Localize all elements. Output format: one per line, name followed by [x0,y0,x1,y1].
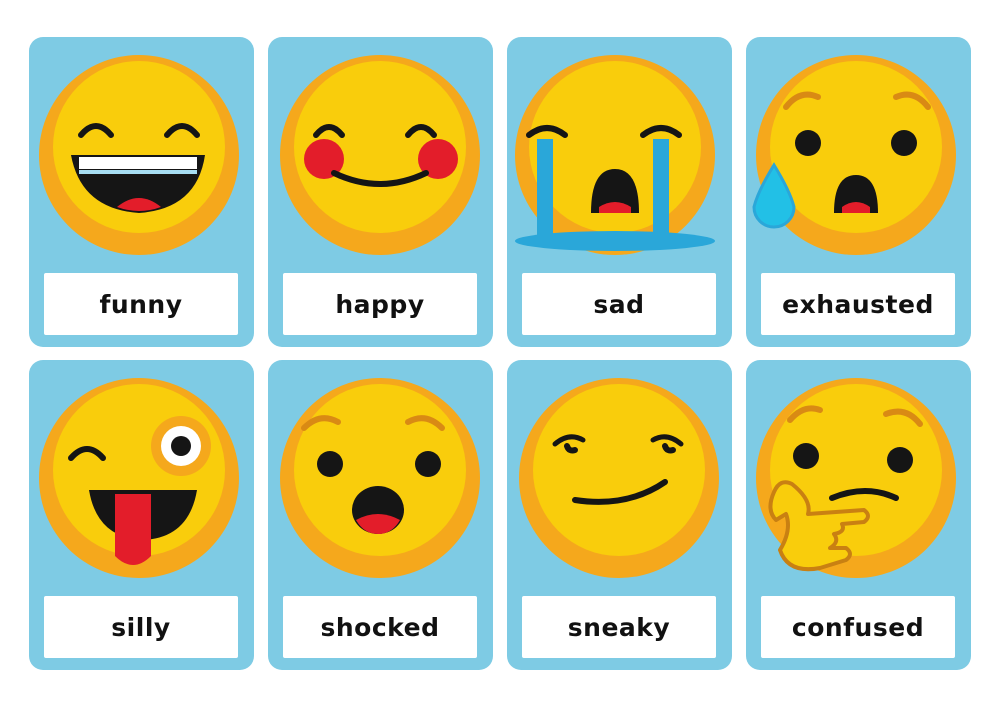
card-funny: funny [29,37,254,347]
flashcard-grid: funny happy sad exhausted silly shocked … [29,37,971,670]
thinking-face-icon [756,378,956,578]
card-label-box: sad [522,273,716,335]
card-label-box: confused [761,596,955,658]
card-label: silly [111,612,171,642]
card-label-box: shocked [283,596,477,658]
crying-face-icon [515,55,715,255]
card-shocked: shocked [268,360,493,670]
card-label-box: sneaky [522,596,716,658]
card-sad: sad [507,37,732,347]
card-label: sad [593,289,645,319]
laughing-face-icon [39,55,239,255]
card-label-box: happy [283,273,477,335]
card-confused: confused [746,360,971,670]
surprised-face-icon [280,378,480,578]
card-label: happy [335,289,425,319]
card-label: sneaky [567,612,671,642]
card-label: shocked [320,612,440,642]
winking-tongue-face-icon [39,378,239,578]
card-label: funny [99,289,183,319]
card-label: exhausted [782,289,934,319]
smirking-face-icon [519,378,719,578]
card-silly: silly [29,360,254,670]
blushing-smile-face-icon [280,55,480,255]
card-exhausted: exhausted [746,37,971,347]
card-label-box: funny [44,273,238,335]
card-label: confused [791,612,925,642]
anxious-sweat-face-icon [752,55,956,255]
card-label-box: silly [44,596,238,658]
card-sneaky: sneaky [507,360,732,670]
card-label-box: exhausted [761,273,955,335]
card-happy: happy [268,37,493,347]
